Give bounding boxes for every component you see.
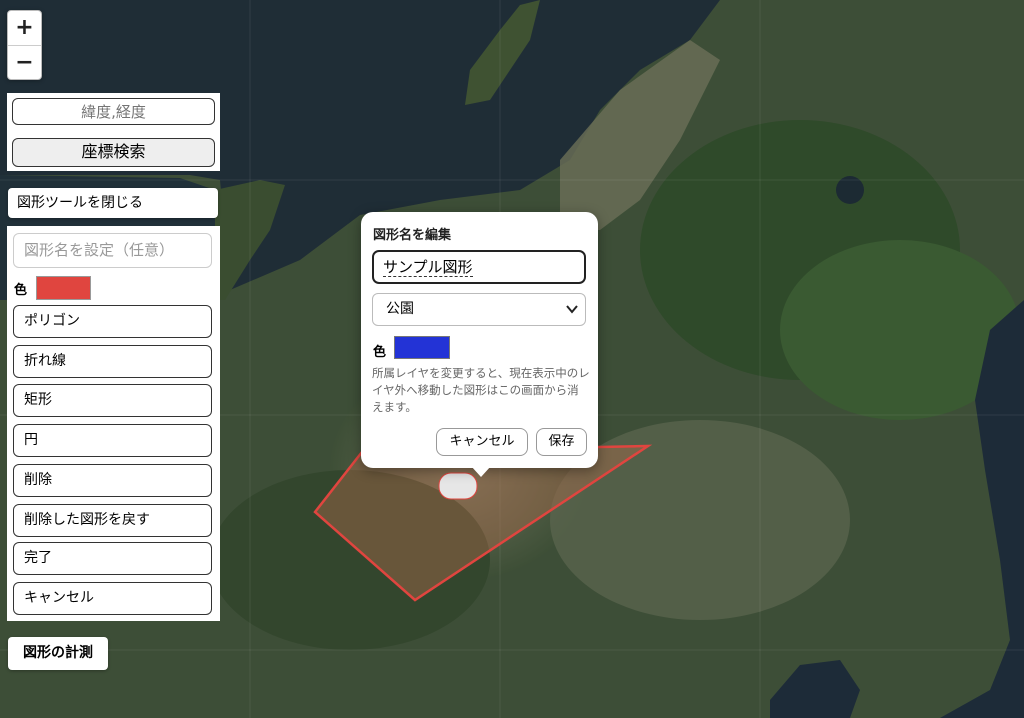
color-label: 色: [14, 283, 28, 298]
shape-name-value: サンプル図形: [383, 258, 473, 277]
restore-deleted-button[interactable]: 削除した図形を戻す: [13, 504, 212, 537]
popup-cancel-button[interactable]: キャンセル: [436, 428, 528, 456]
layer-change-note: 所属レイヤを変更すると、現在表示中のレイヤ外へ移動した図形はこの画面から消えます…: [372, 366, 590, 414]
delete-button[interactable]: 削除: [13, 464, 212, 497]
shape-name-field[interactable]: サンプル図形: [372, 250, 586, 284]
edit-shape-popup: 図形名を編集 サンプル図形 公園 色 所属レイヤを変更すると、現在表示中のレイヤ…: [361, 212, 598, 468]
circle-button[interactable]: 円: [13, 424, 212, 457]
rectangle-button[interactable]: 矩形: [13, 384, 212, 417]
layer-select[interactable]: 公園: [372, 293, 586, 326]
popup-pointer: [471, 466, 491, 477]
polyline-button[interactable]: 折れ線: [13, 345, 212, 378]
shape-color-swatch[interactable]: [36, 276, 91, 300]
coordinate-search-button[interactable]: 座標検索: [12, 138, 215, 167]
layer-select-value: 公園: [386, 301, 414, 317]
zoom-control: + −: [7, 10, 42, 80]
coordinate-input[interactable]: [12, 98, 215, 125]
shape-name-input[interactable]: 図形名を設定（任意）: [13, 233, 212, 268]
shape-tools-panel: 図形名を設定（任意） 色 ポリゴン 折れ線 矩形 円 削除 削除した図形を戻す …: [7, 226, 220, 621]
zoom-in-button[interactable]: +: [8, 11, 41, 46]
polygon-button[interactable]: ポリゴン: [13, 305, 212, 338]
done-button[interactable]: 完了: [13, 542, 212, 575]
zoom-out-button[interactable]: −: [8, 46, 41, 80]
chevron-down-icon: [565, 294, 579, 337]
measure-shape-button[interactable]: 図形の計測: [8, 637, 108, 670]
popup-color-swatch[interactable]: [394, 336, 450, 359]
popup-title: 図形名を編集: [373, 228, 452, 243]
coordinate-search-panel: 座標検索: [7, 93, 220, 171]
popup-save-button[interactable]: 保存: [536, 428, 587, 456]
popup-color-label: 色: [373, 345, 387, 360]
close-shape-tools-button[interactable]: 図形ツールを閉じる: [8, 188, 218, 218]
cancel-button[interactable]: キャンセル: [13, 582, 212, 615]
